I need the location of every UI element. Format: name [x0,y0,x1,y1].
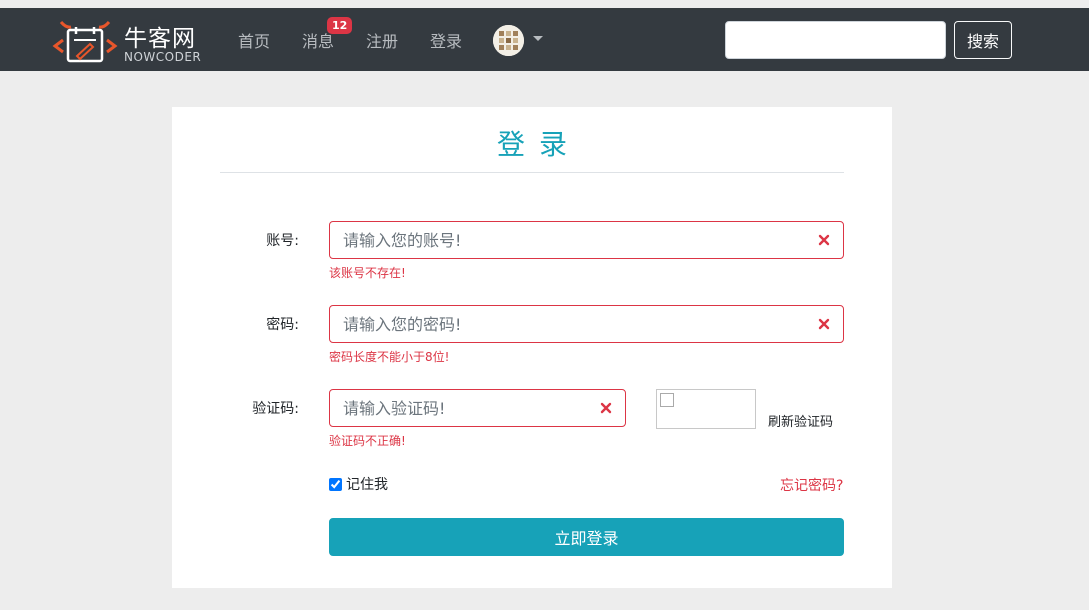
password-invalid-icon [818,318,830,330]
search-input[interactable] [725,21,946,59]
login-submit-button[interactable]: 立即登录 [329,518,844,556]
nav-login[interactable]: 登录 [430,28,462,52]
broken-image-icon [660,393,674,407]
title-divider [220,172,844,173]
account-label: 账号: [266,233,299,249]
password-error: 密码长度不能小于8位! [329,350,450,364]
captcha-label: 验证码: [252,401,299,417]
user-menu-caret-icon[interactable] [533,36,543,41]
captcha-image[interactable] [656,389,756,429]
password-label: 密码: [266,317,299,333]
captcha-field [329,389,626,427]
password-field [329,305,844,343]
logo-text-cn: 牛客网 [124,26,196,52]
captcha-error: 验证码不正确! [329,434,406,448]
account-input[interactable] [330,222,843,258]
nav-home[interactable]: 首页 [238,28,270,52]
page-title: 登录 [496,128,581,161]
captcha-invalid-icon [600,402,612,414]
search-button[interactable]: 搜索 [954,21,1012,59]
nowcoder-logo-icon [52,21,118,63]
logo-text-en: NOWCODER [124,50,202,64]
remember-me[interactable]: 记住我 [329,474,388,494]
messages-badge: 12 [327,17,353,34]
account-error: 该账号不存在! [329,266,406,280]
login-card: 登录 账号: 该账号不存在! 密码: 密码长度不能小于8位! 验证码: 验证码不… [172,107,892,588]
nowcoder-logo[interactable]: 牛客网 NOWCODER [52,18,202,64]
user-avatar[interactable] [493,25,524,56]
account-field [329,221,844,259]
remember-me-label: 记住我 [346,477,388,493]
navbar: 牛客网 NOWCODER 首页 消息 12 注册 登录 搜索 [0,8,1089,71]
account-invalid-icon [818,234,830,246]
nav-register[interactable]: 注册 [366,28,398,52]
avatar-identicon-icon [493,25,524,56]
refresh-captcha-link[interactable]: 刷新验证码 [768,411,833,430]
captcha-input[interactable] [330,390,625,426]
password-input[interactable] [330,306,843,342]
forgot-password-link[interactable]: 忘记密码? [780,475,843,495]
remember-me-checkbox[interactable] [329,477,342,491]
